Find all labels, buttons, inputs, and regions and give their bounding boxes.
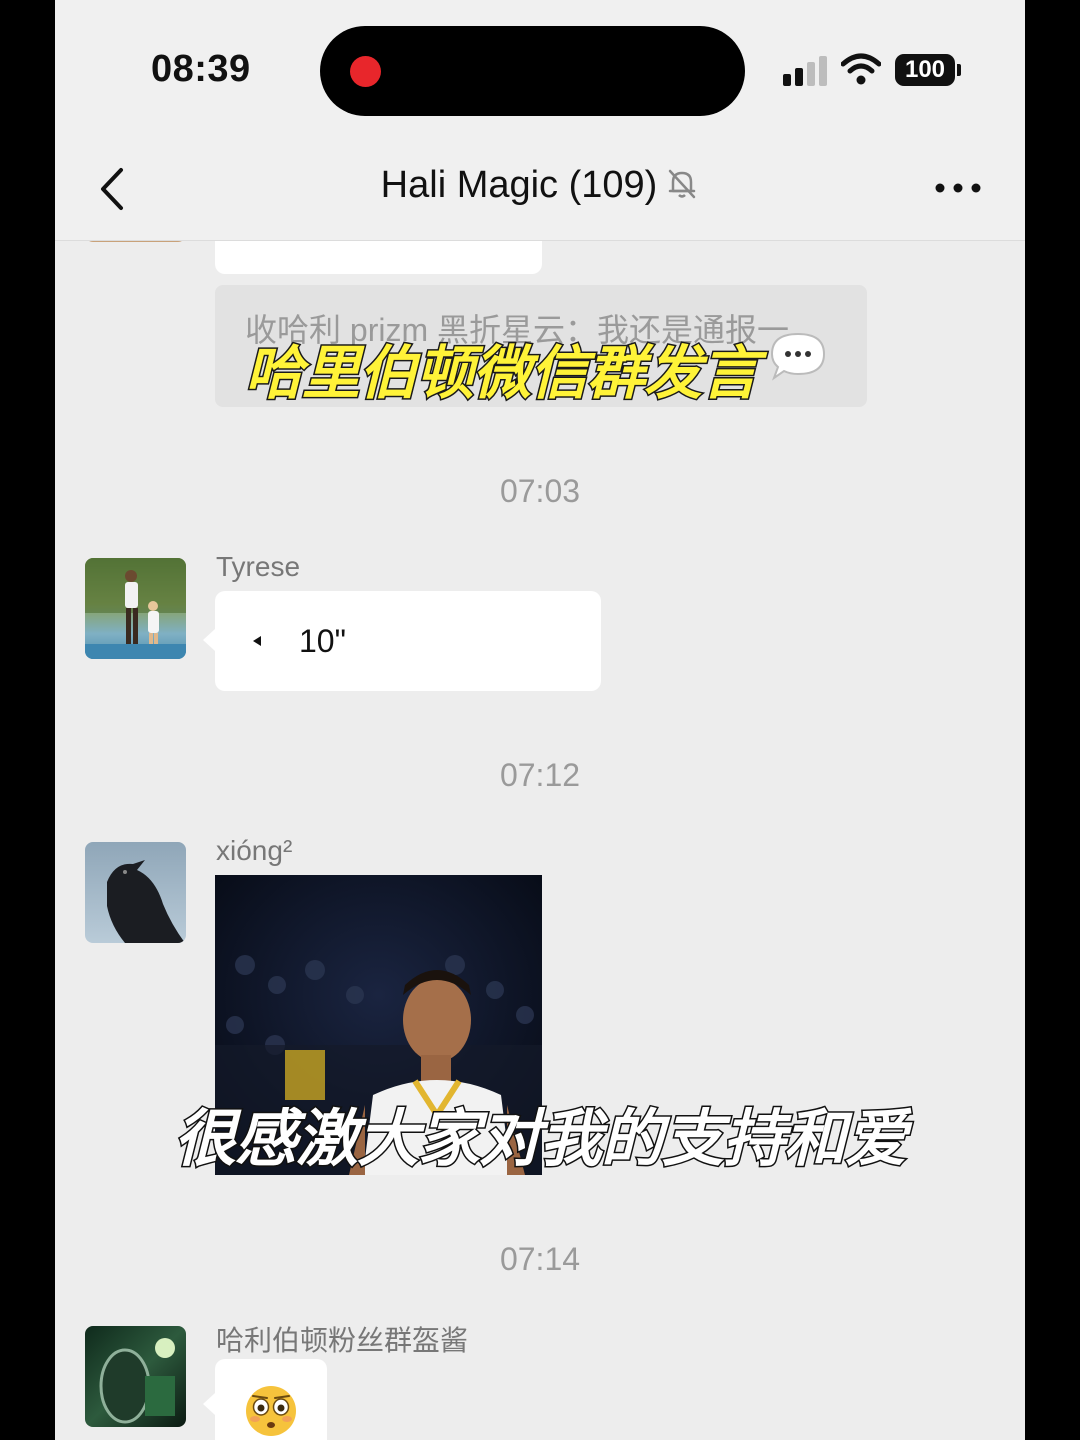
chat-header: Hali Magic (109) <box>55 140 1025 241</box>
dynamic-island <box>320 26 745 116</box>
avatar-photo <box>85 558 186 659</box>
jersey-avatar-image <box>99 1338 175 1424</box>
speech-bubble-icon <box>770 332 826 381</box>
avatar[interactable] <box>85 241 186 242</box>
sender-name: Tyrese <box>216 551 301 582</box>
voice-duration: 10" <box>299 623 346 659</box>
recording-indicator-icon <box>350 56 381 87</box>
avatar[interactable] <box>85 842 186 943</box>
battery-tip <box>957 64 961 76</box>
message-bubble[interactable] <box>215 241 542 274</box>
chat-title[interactable]: Hali Magic (109) <box>55 164 1025 207</box>
phone-screen: 08:39 100 Hali Magic (109) 收哈利 prizm 黑折星… <box>55 0 1025 1440</box>
sender-name: xióng² <box>216 835 293 866</box>
voice-message-bubble[interactable]: 10" <box>215 591 601 691</box>
timestamp: 07:03 <box>499 473 581 509</box>
group-name: Hali Magic (109) <box>380 164 658 206</box>
battery-icon: 100 <box>895 54 955 86</box>
voice-wave-icon <box>253 636 261 646</box>
emoji-message-bubble[interactable] <box>215 1359 327 1440</box>
wifi-icon <box>841 53 881 85</box>
video-caption-title: 哈里伯顿微信群发言 <box>243 340 760 408</box>
avatar[interactable] <box>85 1326 186 1427</box>
video-subtitle: 很感激大家对我的支持和爱 <box>172 1104 908 1176</box>
more-dots-icon[interactable] <box>933 173 983 203</box>
bubble-tail <box>203 1393 215 1415</box>
sender-name: 哈利伯顿粉丝群盔酱 <box>216 1325 469 1356</box>
crow-avatar-image <box>107 860 185 943</box>
timestamp: 07:12 <box>499 757 581 793</box>
bell-slash-icon <box>669 169 696 199</box>
status-bar: 08:39 100 <box>55 0 1025 140</box>
status-time: 08:39 <box>151 48 251 90</box>
cellular-signal-icon <box>783 56 829 86</box>
message-list[interactable]: 收哈利 prizm 黑折星云：我还是通报一 07:03 Tyrese 10" 0… <box>55 241 1025 1440</box>
avatar[interactable] <box>85 558 186 659</box>
flushed-face-icon <box>246 1386 296 1436</box>
timestamp: 07:14 <box>499 1241 581 1277</box>
bubble-tail <box>203 629 215 651</box>
